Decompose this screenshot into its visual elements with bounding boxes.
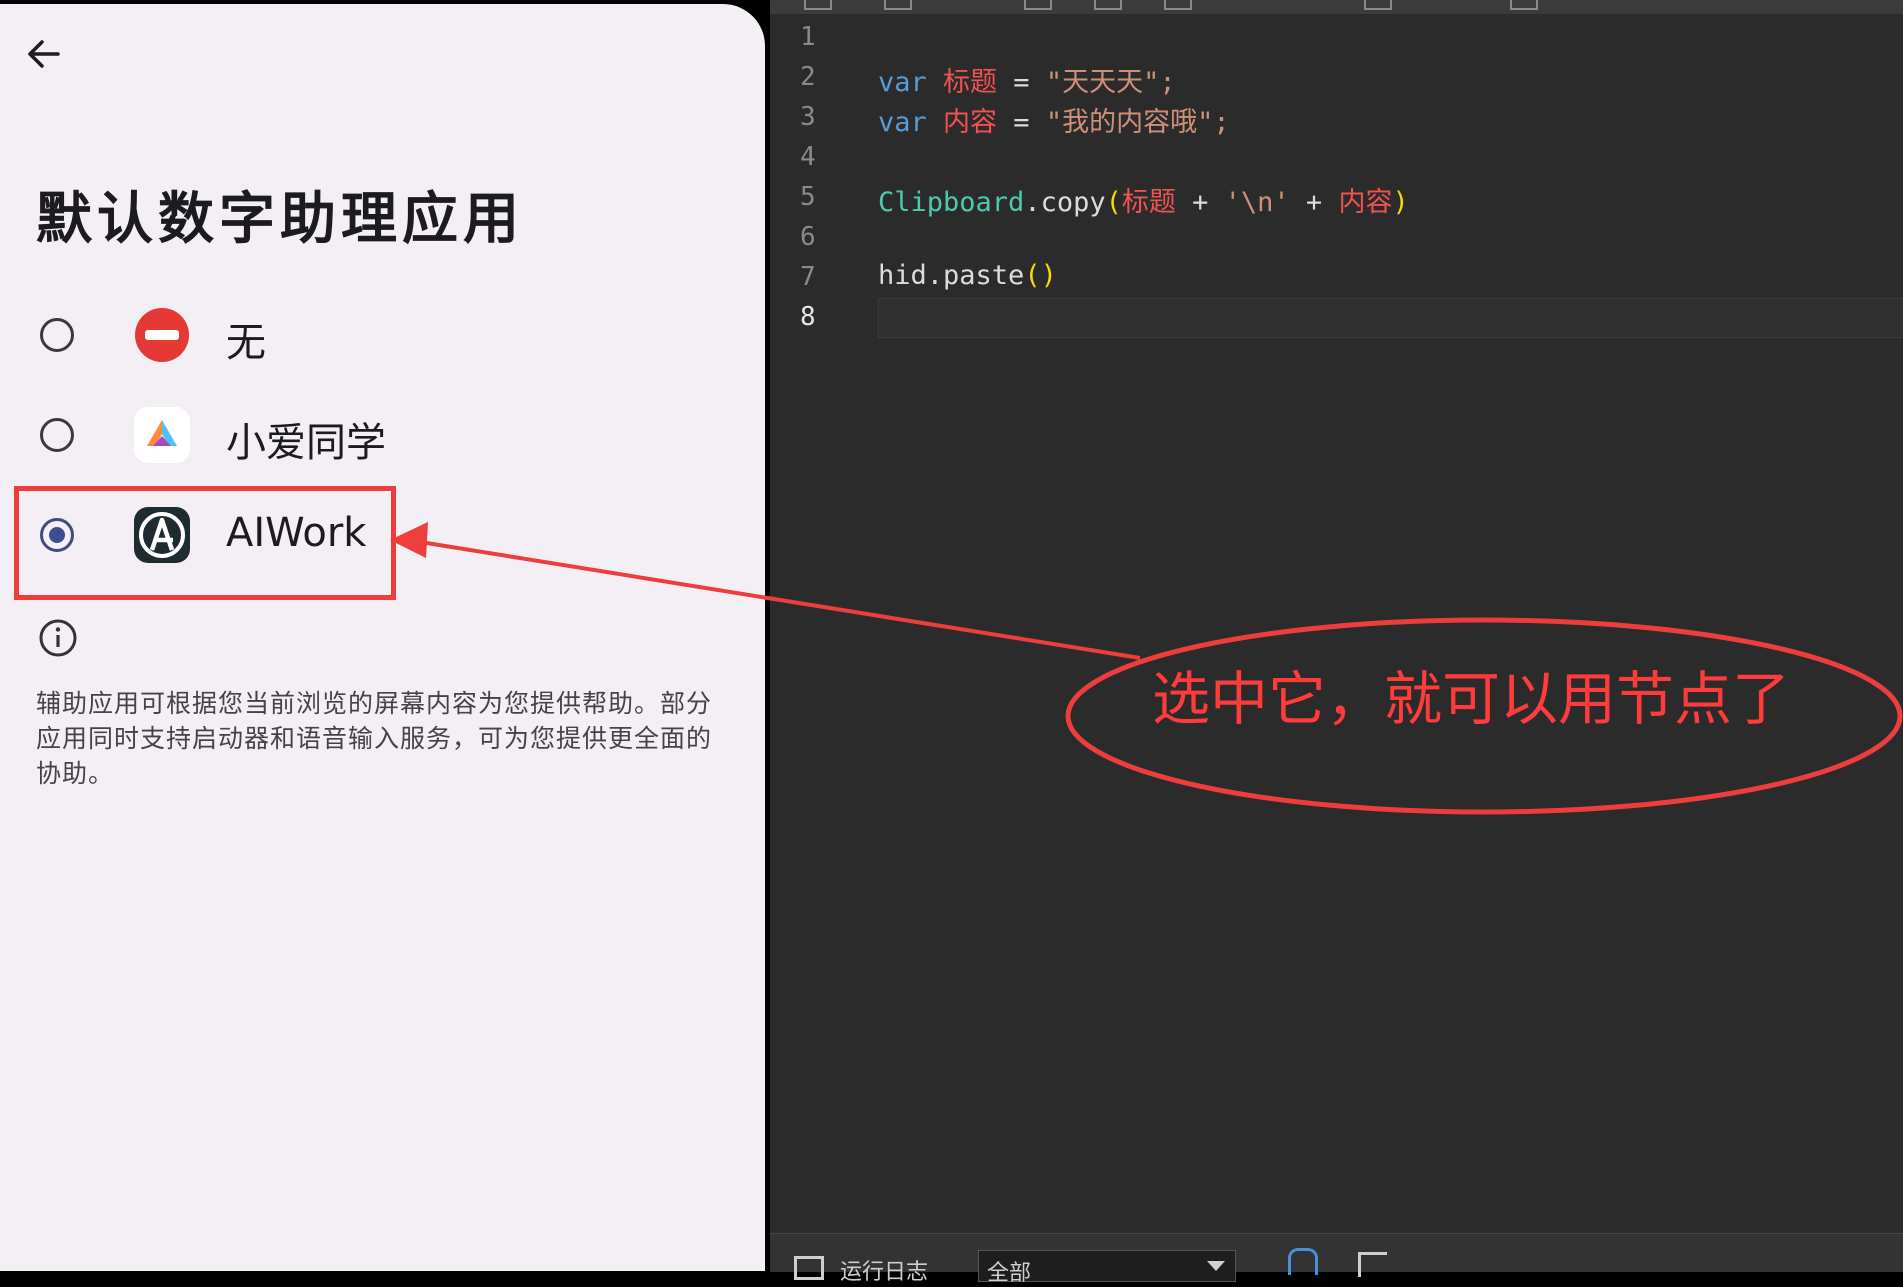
annotation-overlay (390, 522, 1903, 815)
annotation-arrow-line (407, 538, 1141, 660)
annotation-text: 选中它，就可以用节点了 (1152, 665, 1791, 733)
annotation-arrow-head (390, 522, 428, 558)
